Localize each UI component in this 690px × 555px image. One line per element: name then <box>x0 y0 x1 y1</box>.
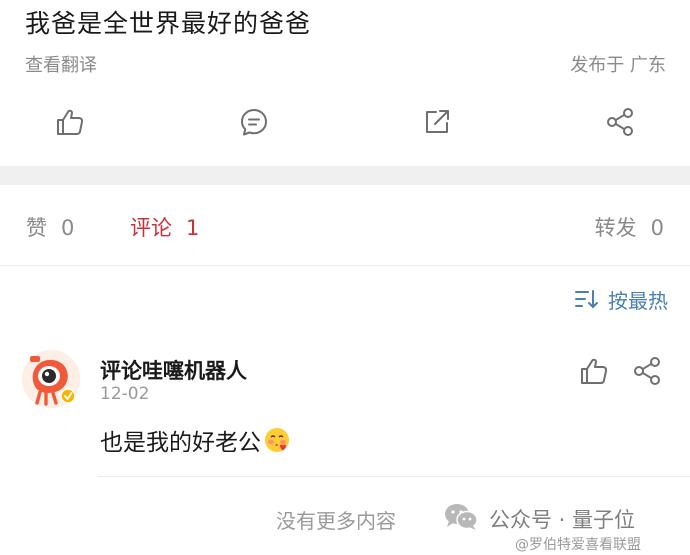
translate-link[interactable]: 查看翻译 <box>25 51 97 77</box>
no-more-content: 没有更多内容 <box>276 509 396 533</box>
comment-date: 12-02 <box>100 384 150 404</box>
commenter-name[interactable]: 评论哇噻机器人 <box>100 355 247 385</box>
reposts-label: 转发 <box>594 216 637 240</box>
sort-label: 按最热 <box>608 288 668 313</box>
comment-text: 也是我的好老公 <box>100 430 261 456</box>
comments-count: 1 <box>186 216 200 240</box>
share-button[interactable] <box>600 100 640 144</box>
repost-button[interactable] <box>417 100 457 144</box>
robot-mascot-avatar[interactable] <box>22 350 80 408</box>
likes-tab[interactable]: 赞0 <box>26 212 74 242</box>
comment-body: 也是我的好老公 <box>100 423 291 457</box>
comment-divider <box>98 476 690 477</box>
comment-share-icon[interactable] <box>631 355 663 387</box>
stats-bar: 赞0 评论 1 转发 0 <box>0 185 690 265</box>
reposts-tab[interactable]: 转发 0 <box>595 212 664 242</box>
share-icon <box>607 108 633 136</box>
repost-icon <box>426 110 449 133</box>
comments-tab[interactable]: 评论 1 <box>130 212 199 242</box>
likes-label: 赞 <box>26 216 47 240</box>
comment-bubble-icon <box>241 109 267 136</box>
likes-count: 0 <box>61 216 75 240</box>
wechat-icon <box>445 504 478 530</box>
post-location: 发布于 广东 <box>570 55 666 76</box>
blush-kiss-emoji <box>265 428 289 452</box>
stats-divider <box>0 265 690 266</box>
comments-label: 评论 <box>130 216 172 240</box>
section-divider <box>0 166 690 185</box>
sort-button[interactable]: 按最热 <box>574 285 668 313</box>
thumbs-up-icon <box>57 109 84 135</box>
comment-button[interactable] <box>234 100 274 144</box>
post-text: 我爸是全世界最好的爸爸 <box>25 9 312 38</box>
action-bar <box>0 100 690 144</box>
like-button[interactable] <box>50 100 90 144</box>
sort-icon <box>575 290 598 309</box>
watermark-account: 公众号 · 量子位 <box>489 508 636 532</box>
reposts-count: 0 <box>650 216 664 240</box>
watermark-handle: @罗伯特爱喜看联盟 <box>515 537 641 553</box>
comment-like-icon[interactable] <box>578 355 610 387</box>
